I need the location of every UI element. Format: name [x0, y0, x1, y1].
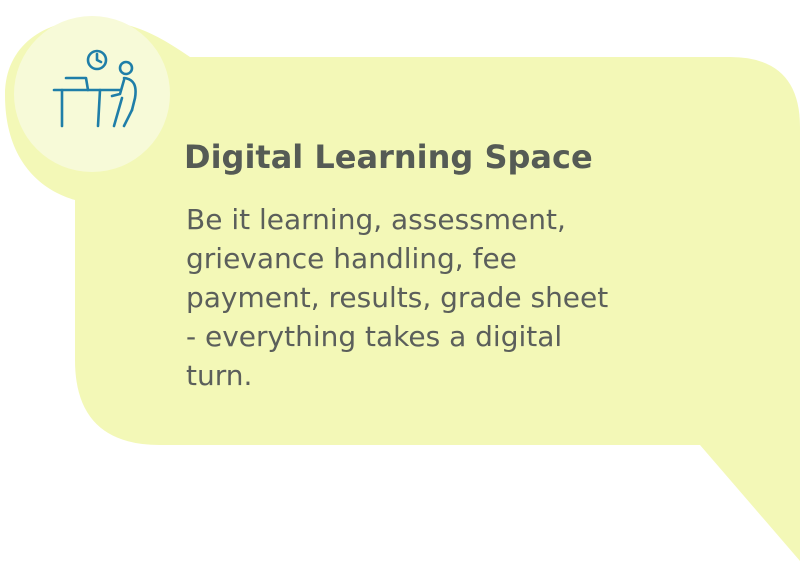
card-title: Digital Learning Space — [184, 138, 593, 176]
person-at-desk-with-clock-icon — [44, 38, 144, 138]
card-description: Be it learning, assessment, grievance ha… — [186, 203, 609, 392]
